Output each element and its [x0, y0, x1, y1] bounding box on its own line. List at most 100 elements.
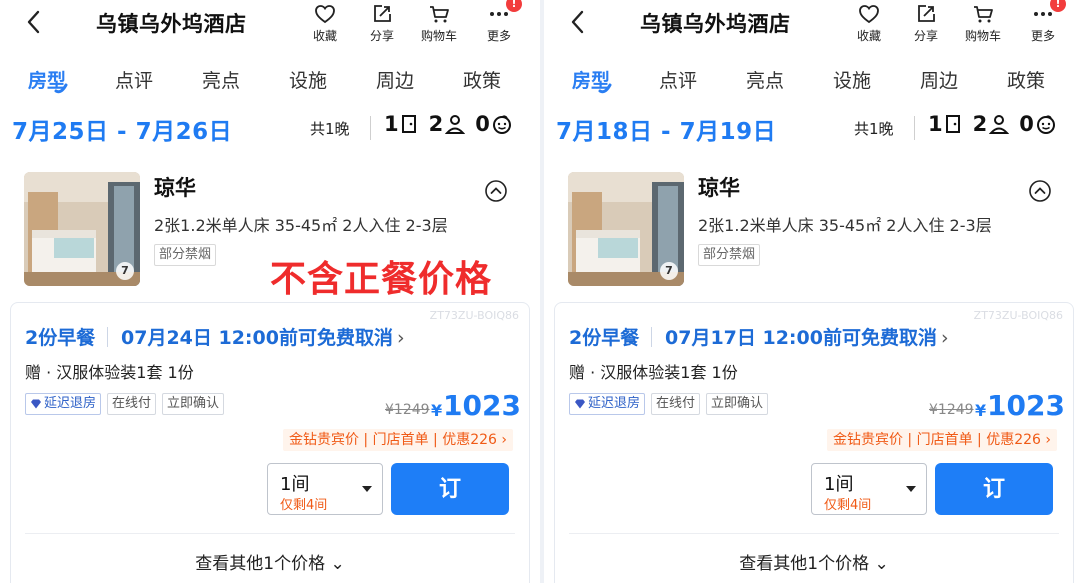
door-icon [945, 115, 960, 133]
tab-policies[interactable]: 政策 [1007, 66, 1045, 93]
original-price: ¥1249 [929, 402, 974, 418]
promo-badge[interactable]: 金钻贵宾价 | 门店首单 | 优惠226 › [826, 429, 1057, 451]
tab-facilities[interactable]: 设施 [833, 66, 871, 93]
quantity-value: 1间 [280, 474, 310, 495]
room-info: 2张1.2米单人床 35-45㎡ 2人入住 2-3层 [698, 216, 992, 235]
children-count: 0 [1019, 112, 1034, 136]
back-icon[interactable] [22, 8, 46, 36]
tab-reviews[interactable]: 点评 [115, 66, 153, 93]
photo-count: 7 [116, 262, 134, 280]
more-label: 更多 [486, 29, 511, 43]
room-title: 琼华 [154, 176, 196, 200]
price: 1023 [987, 389, 1065, 422]
favorite-button[interactable]: 收藏 [844, 2, 894, 44]
children-count: 0 [475, 112, 490, 136]
cancel-policy-text: 07月17日 12:00前可免费取消 [665, 327, 937, 349]
notification-badge: ! [1050, 0, 1066, 12]
share-label: 分享 [913, 29, 938, 43]
tab-highlights[interactable]: 亮点 [746, 66, 784, 93]
room-photo[interactable]: 7 [24, 172, 140, 286]
header: 乌镇乌外坞酒店 收藏 分享 购物车 更多 ! [0, 0, 540, 46]
gift-info: 赠 · 汉服体验装1套 1份 [569, 363, 738, 382]
quantity-value: 1间 [824, 474, 854, 495]
breakfast-info: 2份早餐 [25, 327, 96, 349]
tab-active-mark-icon [598, 83, 612, 94]
room-info: 2张1.2米单人床 35-45㎡ 2人入住 2-3层 [154, 216, 448, 235]
occupancy-selector[interactable]: 1 2 0 [928, 112, 1056, 136]
diamond-icon [575, 399, 585, 409]
instant-confirm-chip: 立即确认 [162, 393, 225, 415]
adults-count: 2 [428, 112, 444, 136]
share-button[interactable]: 分享 [357, 2, 407, 44]
book-button[interactable]: 订 [935, 463, 1053, 515]
original-price: ¥1249 [385, 402, 430, 418]
divider [914, 116, 915, 140]
chevron-up-icon[interactable] [1029, 180, 1051, 202]
favorite-label: 收藏 [312, 29, 337, 43]
room-photo[interactable]: 7 [568, 172, 684, 286]
cancel-policy[interactable]: 07月24日 12:00前可免费取消 › [121, 323, 405, 350]
late-checkout-label: 延迟退房 [44, 396, 97, 411]
notification-badge: ! [506, 0, 522, 12]
more-prices-link[interactable]: 查看其他1个价格 ⌄ [555, 549, 1073, 574]
cancel-policy[interactable]: 07月17日 12:00前可免费取消 › [665, 323, 949, 350]
book-button[interactable]: 订 [391, 463, 509, 515]
more-prices-link[interactable]: 查看其他1个价格 ⌄ [11, 549, 529, 574]
person-icon [445, 115, 466, 134]
photo-count: 7 [660, 262, 678, 280]
cancel-policy-text: 07月24日 12:00前可免费取消 [121, 327, 393, 349]
tab-bar: 房型 点评 亮点 设施 周边 政策 [0, 66, 540, 96]
child-icon [1036, 115, 1055, 134]
caret-down-icon [906, 486, 916, 492]
tab-highlights[interactable]: 亮点 [202, 66, 240, 93]
chevron-down-icon: ⌄ [869, 554, 889, 574]
share-icon [374, 5, 391, 22]
caret-down-icon [362, 486, 372, 492]
more-label: 更多 [1030, 29, 1055, 43]
date-row[interactable]: 7月18日 - 7月19日 共1晚 1 2 0 [544, 112, 1080, 146]
tab-facilities[interactable]: 设施 [289, 66, 327, 93]
heart-icon [859, 5, 879, 24]
back-icon[interactable] [566, 8, 590, 36]
adults-count: 2 [972, 112, 988, 136]
room-quantity-select[interactable]: 1间 仅剩4间 [267, 463, 383, 515]
watermark: ZT73ZU-BOIQ86 [973, 309, 1063, 322]
divider [107, 327, 108, 347]
tab-bar: 房型 点评 亮点 设施 周边 政策 [544, 66, 1080, 96]
nights-count: 共1晚 [310, 120, 350, 138]
divider [370, 116, 371, 140]
chevron-down-icon: ⌄ [325, 554, 345, 574]
date-range[interactable]: 7月18日 - 7月19日 [556, 112, 776, 146]
date-row[interactable]: 7月25日 - 7月26日 共1晚 1 2 0 [0, 112, 540, 146]
door-icon [401, 115, 416, 133]
smoking-tag: 部分禁烟 [698, 244, 761, 266]
tab-reviews[interactable]: 点评 [659, 66, 697, 93]
cart-icon [974, 6, 993, 23]
rate-card: ZT73ZU-BOIQ86 2份早餐 07月24日 12:00前可免费取消 › 赠… [10, 302, 530, 583]
chevron-up-icon[interactable] [485, 180, 507, 202]
rate-chips: 延迟退房 在线付 立即确认 [569, 393, 769, 415]
more-prices-text: 查看其他1个价格 [739, 554, 870, 574]
tab-surroundings[interactable]: 周边 [376, 66, 414, 93]
favorite-button[interactable]: 收藏 [300, 2, 350, 44]
more-button[interactable]: 更多 ! [474, 0, 524, 44]
tab-surroundings[interactable]: 周边 [920, 66, 958, 93]
cart-button[interactable]: 购物车 [414, 2, 464, 44]
cart-label: 购物车 [964, 29, 1001, 43]
tab-policies[interactable]: 政策 [463, 66, 501, 93]
promo-badge[interactable]: 金钻贵宾价 | 门店首单 | 优惠226 › [282, 429, 513, 451]
divider [651, 327, 652, 347]
hotel-name: 乌镇乌外坞酒店 [96, 12, 247, 36]
online-pay-chip: 在线付 [107, 393, 157, 415]
hotel-name: 乌镇乌外坞酒店 [640, 12, 791, 36]
occupancy-selector[interactable]: 1 2 0 [384, 112, 512, 136]
more-button[interactable]: 更多 ! [1018, 0, 1068, 44]
room-quantity-select[interactable]: 1间 仅剩4间 [811, 463, 927, 515]
cart-button[interactable]: 购物车 [958, 2, 1008, 44]
price-currency: ¥ [431, 401, 443, 420]
smoking-tag: 部分禁烟 [154, 244, 217, 266]
date-range[interactable]: 7月25日 - 7月26日 [12, 112, 232, 146]
share-button[interactable]: 分享 [901, 2, 951, 44]
late-checkout-chip: 延迟退房 [569, 393, 646, 415]
share-label: 分享 [369, 29, 394, 43]
